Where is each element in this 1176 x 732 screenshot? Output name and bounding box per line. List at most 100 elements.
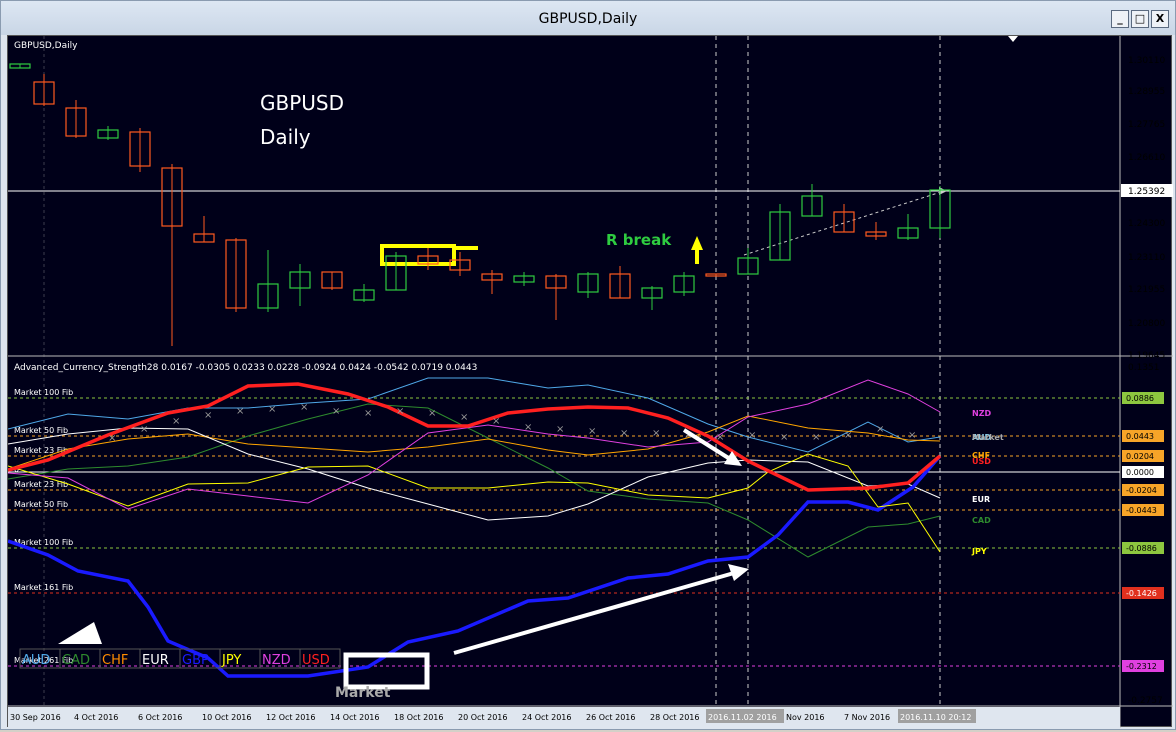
time-axis-label: 2016.11.10 20:12: [900, 713, 971, 722]
svg-text:1.19645: 1.19645: [1128, 351, 1165, 361]
candlesticks: [9, 63, 951, 346]
indicator-header: Advanced_Currency_Strength28 0.0167 -0.0…: [14, 363, 477, 373]
currency-legend: AUD CAD CHF EUR GBP JPY NZD USD: [19, 648, 341, 669]
svg-text:1.20800: 1.20800: [1128, 319, 1165, 329]
time-axis: 30 Sep 2016 4 Oct 2016 6 Oct 2016 10 Oct 20…: [8, 707, 1120, 728]
minimize-button[interactable]: _: [1111, 10, 1129, 28]
legend-eur[interactable]: EUR: [142, 653, 169, 668]
market-marker: ×: [364, 408, 372, 419]
fib-value-label: 0.0204: [1126, 452, 1154, 461]
price-axis: 1.30110 1.28955 1.27765 1.26610 1.25392 …: [1121, 56, 1173, 361]
time-axis-label: 6 Oct 2016: [138, 713, 182, 722]
time-axis-label: 24 Oct 2016: [522, 713, 571, 722]
currency-tag-market: Market: [972, 433, 1004, 442]
svg-text:-0.2757: -0.2757: [1128, 696, 1163, 706]
svg-text:0.1351: 0.1351: [1128, 363, 1160, 373]
fib-level-label: Market 161 Fib: [14, 583, 73, 592]
market-marker: ×: [332, 406, 340, 417]
svg-text:1.24300: 1.24300: [1128, 219, 1165, 229]
eur-line: [7, 427, 941, 521]
currency-tag-usd: USD: [972, 457, 991, 466]
fib-level-label: Market 50 Fib: [14, 500, 68, 509]
fib-value-label: 0.0000: [1126, 468, 1154, 477]
jpy-line: [7, 453, 941, 553]
market-marker: ×: [780, 432, 788, 443]
legend-cad[interactable]: CAD: [62, 653, 90, 668]
market-marker: ×: [140, 424, 148, 435]
time-axis-label: 12 Oct 2016: [266, 713, 315, 722]
market-marker: ×: [172, 416, 180, 427]
highlight-box-2: [343, 652, 430, 690]
up-arrow-icon: [691, 236, 703, 264]
market-marker: ×: [300, 402, 308, 413]
legend-gbp[interactable]: GBP: [182, 653, 209, 668]
price-pane: GBPUSD,Daily GBPUSD Daily R break 1.3011…: [8, 36, 1173, 728]
market-marker: ×: [396, 406, 404, 417]
window-title: GBPUSD,Daily: [538, 11, 638, 27]
time-axis-label: 26 Oct 2016: [586, 713, 635, 722]
gbp-line: [7, 454, 942, 678]
fib-value-label: -0.2312: [1126, 662, 1157, 671]
market-marker: ×: [748, 430, 756, 441]
legend-market: Market: [335, 685, 391, 701]
market-marker: ×: [812, 432, 820, 443]
overlay-symbol: GBPUSD: [260, 91, 344, 115]
fib-value-label: 0.0443: [1126, 432, 1154, 441]
fib-level-label: Market 50 Fib: [14, 426, 68, 435]
title-bar[interactable]: GBPUSD,Daily _ □ X: [1, 1, 1175, 35]
overlay-timeframe: Daily: [260, 125, 311, 149]
fib-value-label: -0.0443: [1126, 506, 1157, 515]
time-axis-label: Nov 2016: [786, 713, 825, 722]
svg-text:1.28955: 1.28955: [1128, 87, 1165, 97]
time-axis-label: 18 Oct 2016: [394, 713, 443, 722]
chart-area[interactable]: GBPUSD,Daily GBPUSD Daily R break 1.3011…: [7, 35, 1173, 728]
market-marker: ×: [588, 426, 596, 437]
svg-text:1.27765: 1.27765: [1128, 120, 1165, 130]
legend-usd[interactable]: USD: [302, 653, 330, 668]
indicator-pane: Advanced_Currency_Strength28 0.0167 -0.0…: [7, 363, 1164, 706]
currency-tag-eur: EUR: [972, 495, 990, 504]
market-marker: ×: [620, 428, 628, 439]
time-axis-label: 2016.11.02 2016: [708, 713, 777, 722]
legend-aud[interactable]: AUD: [22, 653, 50, 668]
chart-window: GBPUSD,Daily _ □ X GBPUSD,Daily GBPUSD D…: [0, 0, 1176, 730]
time-axis-label: 4 Oct 2016: [74, 713, 118, 722]
time-axis-label: 30 Sep 2016: [10, 713, 61, 722]
fib-value-label: -0.0204: [1126, 486, 1157, 495]
legend-nzd[interactable]: NZD: [262, 653, 291, 668]
fib-value-label: 0.0886: [1126, 394, 1154, 403]
time-axis-label: 10 Oct 2016: [202, 713, 251, 722]
fib-level-label: Market 100 Fib: [14, 388, 73, 397]
fib-value-label: -0.1426: [1126, 589, 1157, 598]
close-button[interactable]: X: [1151, 10, 1169, 28]
market-marker: ×: [204, 410, 212, 421]
market-marker: ×: [236, 406, 244, 417]
market-marker: ×: [556, 424, 564, 435]
symbol-label: GBPUSD,Daily: [14, 41, 78, 51]
market-marker: ×: [428, 408, 436, 419]
r-break-annotation: R break: [606, 231, 672, 249]
market-marker: ×: [492, 416, 500, 427]
currency-tag-jpy: JPY: [971, 547, 987, 556]
svg-text:1.30110: 1.30110: [1128, 56, 1165, 66]
market-marker: ×: [652, 428, 660, 439]
market-marker: ×: [268, 404, 276, 415]
legend-jpy[interactable]: JPY: [221, 653, 241, 668]
time-axis-label: 7 Nov 2016: [844, 713, 890, 722]
market-marker: ×: [876, 424, 884, 435]
market-marker: ×: [108, 433, 116, 444]
svg-text:1.21955: 1.21955: [1128, 285, 1165, 295]
maximize-button[interactable]: □: [1131, 10, 1149, 28]
market-marker: ×: [716, 432, 724, 443]
fib-value-label: -0.0886: [1126, 544, 1157, 553]
current-price-label: 1.25392: [1128, 187, 1165, 197]
market-marker: ×: [908, 430, 916, 441]
legend-chf[interactable]: CHF: [102, 653, 128, 668]
time-axis-label: 28 Oct 2016: [650, 713, 699, 722]
currency-tag-cad: CAD: [972, 516, 991, 525]
market-marker: ×: [460, 412, 468, 423]
time-axis-label: 20 Oct 2016: [458, 713, 507, 722]
chart-svg[interactable]: GBPUSD,Daily GBPUSD Daily R break 1.3011…: [7, 36, 1173, 728]
market-marker: ×: [524, 422, 532, 433]
market-marker: ×: [844, 430, 852, 441]
